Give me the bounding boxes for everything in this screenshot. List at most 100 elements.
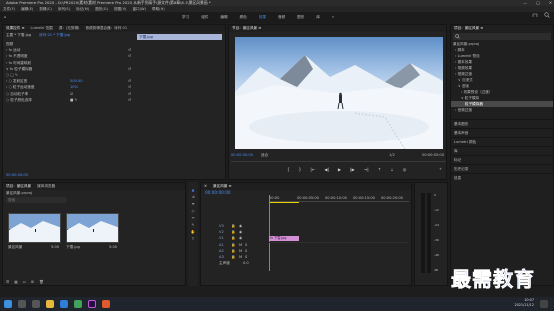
panel-libraries[interactable]: 库 — [451, 146, 553, 155]
step-back-icon[interactable]: ◀| — [324, 167, 329, 172]
workspace-tab-assembly[interactable]: 组件 — [201, 12, 208, 23]
extract-icon[interactable]: ⇣ — [390, 167, 394, 172]
ripple-edit-tool-icon[interactable]: ⇹ — [191, 202, 194, 206]
selection-tool-icon[interactable]: ▲ — [192, 188, 195, 192]
browser-icon[interactable] — [60, 300, 68, 308]
search-icon[interactable] — [18, 300, 26, 308]
pen-tool-icon[interactable]: ✎ — [191, 223, 194, 227]
step-forward-icon[interactable]: |▶ — [350, 167, 355, 172]
bin-item-name: 下雪.jpg — [66, 245, 80, 249]
snow-thumb-image — [67, 214, 118, 242]
razor-tool-icon[interactable]: ◇ — [192, 209, 195, 213]
go-to-in-icon[interactable]: |← — [310, 167, 315, 172]
workspace-tab-color[interactable]: 颜色 — [240, 12, 247, 23]
tab-media-browser[interactable]: 媒体浏览器 — [37, 183, 55, 190]
mark-in-icon[interactable]: { — [287, 167, 290, 172]
file-explorer-icon[interactable] — [46, 300, 54, 308]
work-area-bar[interactable] — [269, 202, 299, 203]
program-scrubber[interactable] — [231, 161, 446, 162]
ruler-label: 00:00 — [269, 196, 280, 200]
export-frame-icon[interactable]: ◎ — [403, 167, 407, 172]
new-bin-icon[interactable]: ▭ — [23, 280, 26, 284]
track-header-master[interactable]: 主声道 0.0 — [203, 260, 269, 266]
project-bin-panel: 项目：景区风景 媒体浏览器 景区风景.prproj 搜索 景区风景 5:00 下… — [2, 182, 186, 286]
window-title: Adobe Premiere Pro 2020 - D:\PR2020\素材\素… — [6, 0, 211, 5]
hand-tool-icon[interactable]: ✋ — [191, 230, 195, 234]
panel-essential-sound[interactable]: 基本声音 — [451, 128, 553, 137]
workspace-tab-learn[interactable]: 学习 — [182, 12, 189, 23]
type-tool-icon[interactable]: T — [192, 237, 194, 241]
ec-timeline-clip[interactable]: 下雪.jpg — [137, 34, 222, 40]
app-icon[interactable] — [102, 300, 110, 308]
start-icon[interactable] — [4, 300, 12, 308]
share-icon[interactable] — [532, 12, 538, 18]
mark-out-icon[interactable]: } — [299, 167, 302, 172]
meter-scale-label: -48 — [434, 253, 439, 257]
workspace-tab-graphics[interactable]: 图形 — [297, 12, 304, 23]
tab-project-bin[interactable]: 项目：景区风景 — [6, 183, 31, 190]
reset-icon[interactable]: ↺ — [128, 97, 131, 103]
tab-audio-mixer[interactable]: 音频剪辑混合器：序列 01 — [85, 25, 127, 32]
workspace-tab-libraries[interactable]: 库 — [316, 12, 320, 23]
premiere-pro-icon[interactable] — [88, 300, 96, 308]
workspace-tab-effects[interactable]: 效果 — [259, 12, 266, 23]
panel-markers[interactable]: 标记 — [451, 155, 553, 164]
ec-timecode[interactable]: 00:00:00:00 — [6, 173, 28, 177]
tab-source[interactable]: 源：(无剪辑) — [59, 25, 80, 32]
playhead[interactable] — [269, 195, 270, 271]
close-icon[interactable]: ✕ — [204, 183, 207, 190]
workspace-more-button[interactable]: » — [332, 12, 334, 23]
app-icon[interactable] — [74, 300, 82, 308]
icon-view-icon[interactable]: ▦ — [14, 280, 17, 284]
slip-tool-icon[interactable]: ↔ — [191, 216, 194, 220]
timeline-clip[interactable]: fx 下雪.jpg — [269, 236, 299, 241]
effects-search-input[interactable] — [453, 33, 551, 40]
meter-scale-label: 0 — [434, 193, 436, 197]
panel-essential-graphics[interactable]: 基本图形 — [451, 119, 553, 128]
tab-project[interactable]: 项目：景区风景 ≡ — [454, 25, 483, 32]
timeline-timecode[interactable]: 00:00:00:00 — [201, 190, 411, 195]
effect-property-list: 视频 › fx 运动 ↺ › fx 不透明度 ↺ › fx 时间重映射 ∨ fx 粒… — [6, 41, 134, 103]
search-icon[interactable] — [544, 12, 550, 18]
tab-program[interactable]: 节目：景区风景 ≡ — [232, 25, 261, 32]
track-select-tool-icon[interactable]: ⇉ — [191, 195, 194, 199]
program-monitor: 节目：景区风景 ≡ 00:00:00:00 适合 1/2 00:00:05:00… — [228, 24, 447, 180]
workspace-tab-audio[interactable]: 音频 — [278, 12, 285, 23]
meter-scale-label: -24 — [434, 223, 439, 227]
panel-info[interactable]: 信息 — [451, 173, 553, 182]
property-row[interactable]: ○ 粒子颜色选择 ■ ✎ ↺ — [6, 97, 134, 103]
bin-item-thumbnail[interactable] — [8, 213, 61, 243]
program-timecode[interactable]: 00:00:00:00 — [231, 153, 253, 157]
tab-sequence[interactable]: 景区风景 ≡ — [213, 183, 232, 190]
quality-dropdown[interactable]: 1/2 — [389, 152, 395, 159]
new-item-icon[interactable]: ⊞ — [31, 280, 34, 284]
watermark-logo: 最需教育 — [451, 267, 535, 292]
master-clip-label[interactable]: 主要 * 下雪.jpg — [6, 33, 31, 38]
panel-lumetri-color[interactable]: Lumetri 颜色 — [451, 137, 553, 146]
notification-icon[interactable] — [540, 300, 548, 308]
workspace-tab-editing[interactable]: 编辑 — [220, 12, 227, 23]
fit-dropdown[interactable]: 适合 — [261, 152, 268, 159]
timeline-panel: ✕ 景区风景 ≡ 00:00:00:00 00:00 00:00:05:00 00… — [200, 182, 412, 286]
tab-effect-controls[interactable]: 效果控件 ≡ — [6, 25, 25, 32]
sequence-clip-label[interactable]: 序列 01 * 下雪.jpg — [39, 33, 70, 38]
trash-icon[interactable]: 🗑 — [39, 280, 44, 284]
tab-lumetri-scopes[interactable]: Lumetri 范围 — [31, 25, 53, 32]
task-view-icon[interactable] — [32, 300, 40, 308]
play-icon[interactable]: ▶ — [338, 167, 341, 172]
go-to-out-icon[interactable]: →| — [364, 167, 369, 172]
search-icon — [455, 34, 460, 39]
ruler-label: 00:00:20:00 — [381, 196, 403, 200]
workspace-bar: ⌂ 学习 组件 编辑 颜色 效果 音频 图形 库 » — [0, 12, 554, 23]
bin-item-thumbnail[interactable] — [66, 213, 119, 243]
list-view-icon[interactable]: ☰ — [6, 280, 9, 284]
add-button-icon[interactable]: + — [439, 167, 442, 171]
bin-search-input[interactable]: 搜索 — [6, 197, 66, 203]
meter-left — [421, 193, 425, 273]
ruler-label: 00:00:05:00 — [297, 196, 319, 200]
lift-icon[interactable]: ⇡ — [378, 167, 382, 172]
home-icon[interactable]: ⌂ — [4, 12, 6, 23]
clock-date[interactable]: 2021/11/12 — [514, 303, 534, 308]
program-duration: 00:00:05:00 — [422, 153, 444, 157]
panel-history[interactable]: 历史记录 — [451, 164, 553, 173]
